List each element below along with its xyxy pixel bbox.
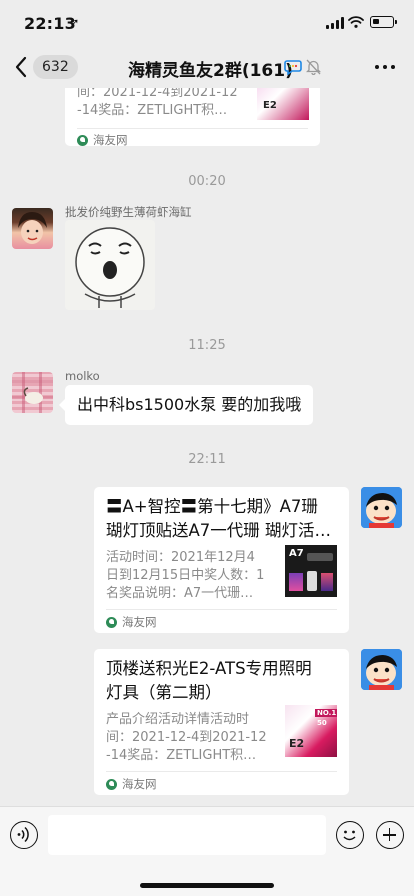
wifi-icon	[348, 16, 364, 28]
thumb-badge: 50	[317, 719, 327, 727]
avatar-photo	[12, 372, 53, 413]
message-input[interactable]	[48, 815, 326, 855]
thumb-label: E2	[289, 737, 305, 750]
status-time: 22:13	[24, 14, 76, 33]
avatar-photo	[18, 212, 47, 244]
card-source: 海友网	[106, 776, 157, 792]
location-arrow-icon: ➚	[70, 16, 80, 29]
voice-icon[interactable]	[10, 821, 38, 849]
thumb-label: E2	[263, 100, 277, 111]
link-card-a7[interactable]: 〓A+智控〓第十七期》A7珊 瑚灯顶贴送A7一代珊 瑚灯活… 活动时间：2021…	[94, 487, 349, 633]
link-card-top[interactable]: 间：2021-12-4到2021-12 -14奖品：ZETLIGHT积… E2 …	[65, 88, 320, 148]
plus-icon[interactable]	[376, 821, 404, 849]
sender-name: molko	[65, 369, 100, 383]
card-source: 海友网	[77, 132, 128, 148]
card-title-line: 灯具（第二期）	[106, 683, 222, 702]
cellular-signal-icon	[326, 17, 344, 29]
thumb-badge: NO.1	[315, 709, 337, 717]
input-bar	[0, 806, 414, 896]
source-logo-icon	[106, 616, 117, 628]
card-desc-line: 活动时间：2021年12月4	[106, 550, 255, 565]
crying-face-sticker[interactable]	[65, 220, 155, 310]
avatar[interactable]	[361, 487, 402, 528]
source-logo-icon	[77, 134, 88, 146]
thumb-label: A7	[289, 548, 304, 559]
message-bubble[interactable]: 出中科bs1500水泵 要的加我哦	[58, 385, 314, 425]
avatar[interactable]	[12, 208, 53, 249]
sender-name: 批发价纯野生薄荷虾海缸	[65, 205, 192, 219]
chat-title[interactable]: 海精灵鱼友2群(161)	[128, 56, 293, 81]
avatar[interactable]	[361, 649, 402, 690]
card-thumbnail: E2	[257, 88, 309, 120]
status-bar: 22:13 ➚	[0, 0, 414, 46]
card-title-line: 瑚灯顶贴送A7一代珊 瑚灯活…	[106, 521, 332, 540]
chat-header: 632 海精灵鱼友2群(161)	[0, 46, 414, 88]
link-card-e2[interactable]: 顶楼送积光E2-ATS专用照明 灯具（第二期） 产品介绍活动详情活动时 间：20…	[94, 649, 349, 795]
card-title-line: 顶楼送积光E2-ATS专用照明	[106, 659, 312, 678]
unread-count-badge[interactable]: 632	[33, 55, 78, 79]
card-thumbnail: NO.1 50 E2	[285, 705, 337, 757]
card-desc-line: 间：2021-12-4到2021-12	[106, 730, 267, 745]
card-desc-line: 名奖品说明：A7一代珊…	[106, 586, 254, 601]
message-timestamp: 00:20	[188, 174, 226, 189]
card-title-line: 〓A+智控〓第十七期》A7珊	[106, 497, 318, 516]
message-list[interactable]: 间：2021-12-4到2021-12 -14奖品：ZETLIGHT积… E2 …	[0, 88, 414, 806]
group-chat-icon	[284, 60, 302, 75]
message-timestamp: 11:25	[188, 338, 226, 353]
card-source: 海友网	[106, 614, 157, 630]
avatar-photo	[361, 649, 402, 690]
more-dots-icon[interactable]	[374, 59, 396, 75]
avatar-photo	[361, 487, 402, 528]
chevron-left-icon[interactable]	[10, 54, 32, 80]
card-thumbnail: A7	[285, 545, 337, 597]
card-desc-line: 间：2021-12-4到2021-12	[77, 88, 238, 100]
battery-icon	[370, 16, 397, 28]
home-indicator[interactable]	[140, 883, 274, 888]
mute-bell-icon	[306, 59, 321, 75]
card-desc-line: 日到12月15日中奖人数：1	[106, 568, 265, 583]
card-desc-line: -14奖品：ZETLIGHT积…	[77, 103, 228, 118]
card-desc-line: 产品介绍活动详情活动时	[106, 712, 250, 727]
source-logo-icon	[106, 778, 117, 790]
avatar[interactable]	[12, 372, 53, 413]
card-desc-line: -14奖品：ZETLIGHT积…	[106, 748, 257, 763]
emoji-icon[interactable]	[336, 821, 364, 849]
message-timestamp: 22:11	[188, 452, 226, 467]
